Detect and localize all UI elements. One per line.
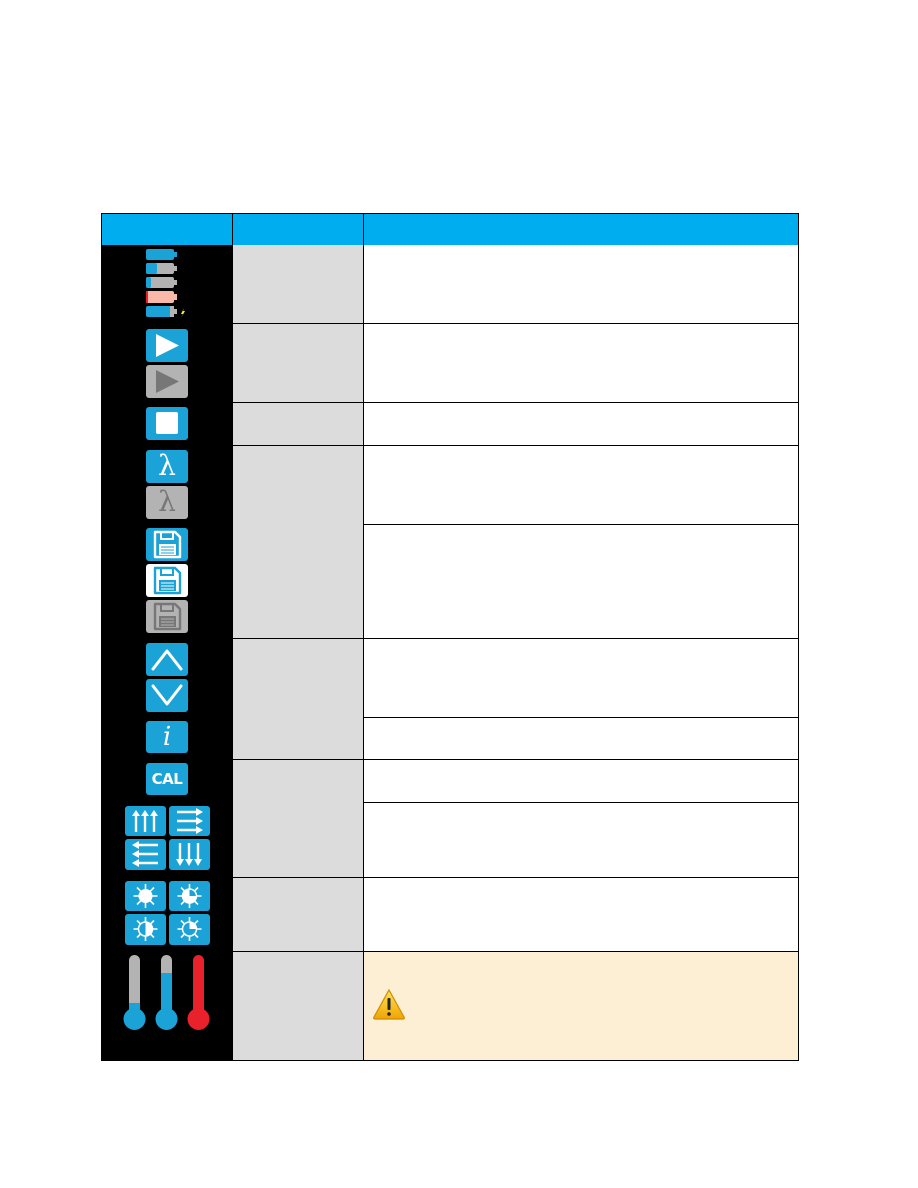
thermometer-icons: [123, 955, 210, 1030]
brightness-50-icon: [125, 914, 166, 945]
stop-icon: [146, 407, 188, 440]
thermometer-hot-icon: [187, 955, 210, 1030]
name-cell-brightness: [233, 877, 363, 951]
play-active-icon: [146, 329, 188, 362]
desc-cell-info: [364, 717, 798, 759]
brightness-75-icon: [169, 881, 210, 911]
name-cell-lambda-save: [233, 445, 363, 638]
save-selected-icon: [146, 564, 188, 597]
arrow-down-icon: [146, 679, 188, 712]
battery-empty-icon: [146, 291, 177, 303]
desc-cell-arrows: [364, 638, 798, 717]
desc-cell-play: [364, 323, 798, 402]
info-glyph: i: [162, 722, 172, 752]
rotate-down-icon: [169, 839, 210, 870]
desc-cell-rotate: [364, 802, 798, 877]
table-header: [102, 214, 798, 245]
thermometer-mid-icon: [155, 955, 178, 1030]
lambda-active-icon: λ: [146, 450, 188, 483]
battery-icons: [146, 249, 185, 318]
icon-reference-table: λ λ i CAL: [101, 213, 799, 1061]
name-cell-arrows-info: [233, 638, 363, 759]
info-icon: i: [146, 721, 188, 753]
rotate-up-icon: [125, 806, 166, 836]
name-cell-play: [233, 323, 363, 402]
cal-icon: CAL: [146, 763, 188, 795]
warning-icon: [373, 988, 405, 1020]
brightness-25-icon: [169, 914, 210, 945]
lambda-glyph: λ: [158, 485, 176, 518]
lambda-disabled-icon: λ: [146, 486, 188, 519]
brightness-full-icon: [125, 881, 166, 911]
desc-cell-stop: [364, 402, 798, 445]
name-cell-cal-rotate: [233, 759, 363, 877]
name-cell-battery: [233, 245, 363, 323]
name-cell-stop: [233, 402, 363, 445]
save-active-icon: [146, 528, 188, 561]
header-divider: [363, 214, 364, 245]
thermometer-low-icon: [123, 955, 146, 1030]
desc-cell-cal: [364, 759, 798, 802]
cal-label: CAL: [151, 770, 183, 788]
desc-cell-lambda: [364, 445, 798, 524]
battery-charging-icon: [146, 306, 185, 318]
desc-cell-thermometer-warning: [364, 951, 798, 1060]
desc-cell-brightness: [364, 877, 798, 951]
desc-cell-save: [364, 524, 798, 638]
rotate-right-icon: [169, 806, 210, 836]
save-disabled-icon: [146, 600, 188, 633]
lambda-glyph: λ: [158, 449, 176, 482]
battery-full-icon: [146, 249, 177, 260]
arrow-up-icon: [146, 643, 188, 676]
header-divider: [232, 214, 233, 245]
desc-cell-battery: [364, 245, 798, 323]
rotate-left-icon: [125, 839, 166, 870]
play-disabled-icon: [146, 365, 188, 398]
name-cell-thermometer: [233, 951, 363, 1060]
battery-half-icon: [146, 263, 177, 274]
battery-low-icon: [146, 277, 177, 288]
